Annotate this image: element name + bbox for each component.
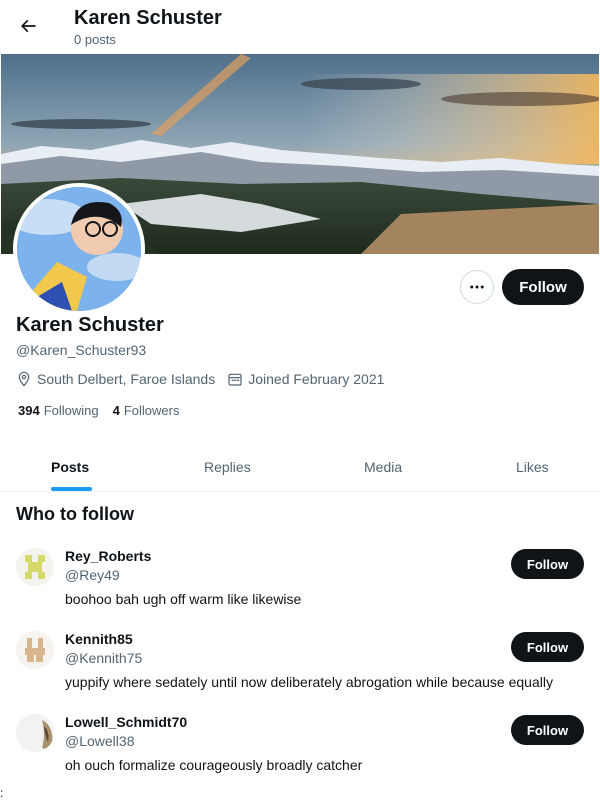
tab-likes[interactable]: Likes <box>516 442 549 492</box>
follow-button[interactable]: Follow <box>502 269 584 305</box>
suggestion-name[interactable]: Lowell_Schmidt70 <box>65 714 187 730</box>
more-horizontal-icon <box>470 285 484 289</box>
arrow-left-icon <box>20 19 36 33</box>
header-title: Karen Schuster <box>74 7 222 29</box>
suggestion-name[interactable]: Kennith85 <box>65 631 133 647</box>
joined-item: Joined February 2021 <box>227 371 384 387</box>
suggestion-bio: oh ouch formalize courageously broadly c… <box>65 757 363 773</box>
more-options-button[interactable] <box>460 270 494 304</box>
following-label: Following <box>43 403 99 418</box>
active-tab-indicator <box>51 487 92 491</box>
suggestion-follow-button[interactable]: Follow <box>511 715 584 745</box>
top-bar: Karen Schuster 0 posts <box>0 0 600 54</box>
suggestion-avatar[interactable] <box>16 548 54 586</box>
suggestion-item[interactable]: Kennith85 @Kennith75 yuppify where sedat… <box>0 631 600 713</box>
tab-media[interactable]: Media <box>364 442 402 492</box>
suggestion-handle: @Rey49 <box>65 567 120 583</box>
location-text: South Delbert, Faroe Islands <box>37 371 216 387</box>
following-link[interactable]: 394 Following <box>18 403 99 418</box>
suggestion-handle: @Lowell38 <box>65 733 135 749</box>
suggestion-bio: boohoo bah ugh off warm like likewise <box>65 591 302 607</box>
suggestion-item[interactable]: Rey_Roberts @Rey49 boohoo bah ugh off wa… <box>0 548 600 630</box>
location-item: South Delbert, Faroe Islands <box>16 371 215 387</box>
posts-count: 0 posts <box>74 32 116 47</box>
suggestion-follow-button[interactable]: Follow <box>511 549 584 579</box>
followers-count: 4 <box>112 403 120 418</box>
profile-tabs: Posts Replies Media Likes <box>0 442 600 492</box>
suggestion-handle: @Kennith75 <box>65 650 143 666</box>
identicon-avatar <box>16 631 54 669</box>
stray-text: : <box>0 786 4 800</box>
suggestion-bio: yuppify where sedately until now deliber… <box>65 674 553 690</box>
follow-stats: 394 Following 4 Followers <box>18 403 193 418</box>
suggestion-avatar[interactable] <box>16 631 54 669</box>
photo-avatar <box>16 714 54 752</box>
suggestion-avatar[interactable] <box>16 714 54 752</box>
tab-posts[interactable]: Posts <box>51 442 89 492</box>
profile-handle: @Karen_Schuster93 <box>16 342 147 358</box>
suggestion-follow-button[interactable]: Follow <box>511 632 584 662</box>
calendar-icon <box>228 373 242 386</box>
followers-link[interactable]: 4 Followers <box>113 403 180 418</box>
location-pin-icon <box>18 371 30 387</box>
profile-meta: South Delbert, Faroe Islands Joined Febr… <box>16 369 396 389</box>
followers-label: Followers <box>123 403 180 418</box>
tab-replies[interactable]: Replies <box>204 442 251 492</box>
joined-text: Joined February 2021 <box>248 371 385 387</box>
suggestion-item[interactable]: Lowell_Schmidt70 @Lowell38 oh ouch forma… <box>0 714 600 796</box>
avatar-image <box>17 187 141 311</box>
following-count: 394 <box>18 403 40 418</box>
profile-avatar[interactable] <box>13 183 145 315</box>
who-to-follow-title: Who to follow <box>16 504 134 524</box>
suggestion-name[interactable]: Rey_Roberts <box>65 548 151 564</box>
profile-display-name: Karen Schuster <box>16 314 164 336</box>
back-button[interactable] <box>12 10 44 42</box>
identicon-avatar <box>16 548 54 586</box>
